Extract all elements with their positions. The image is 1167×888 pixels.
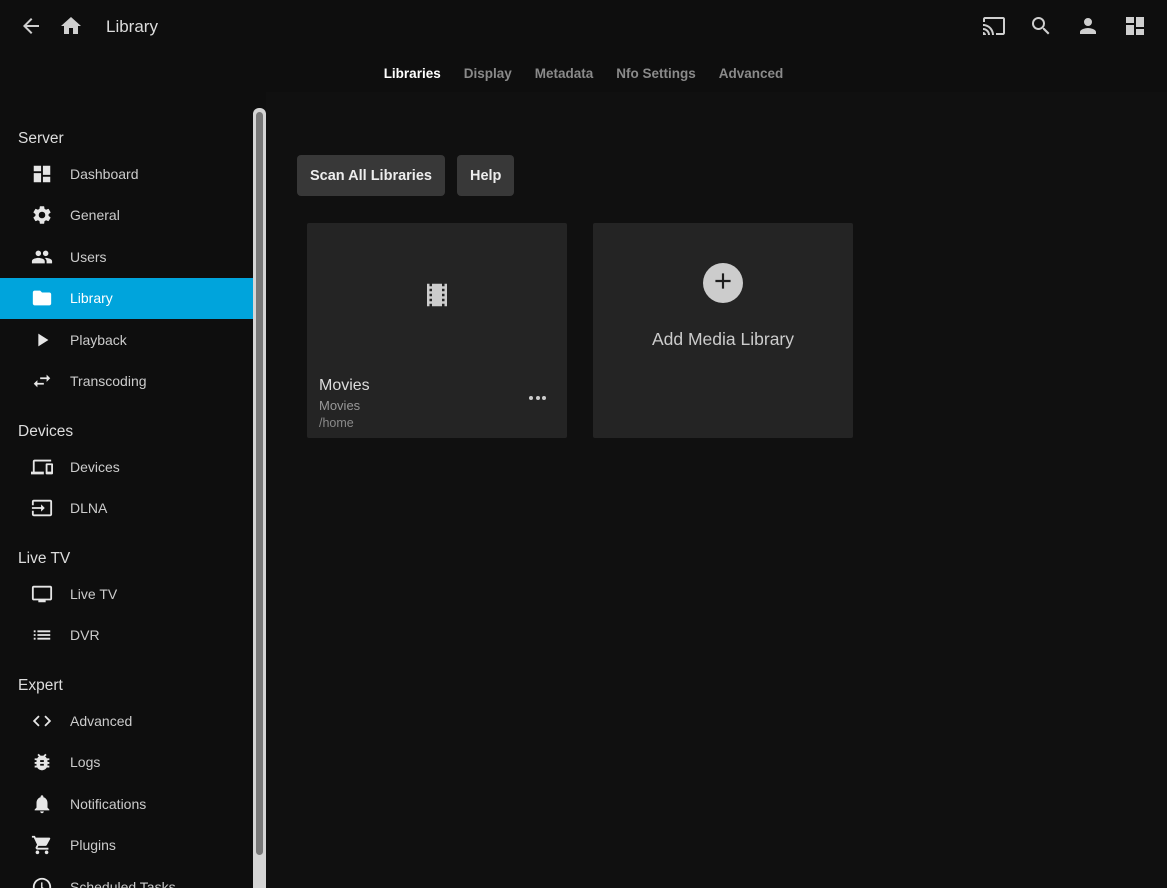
tab-metadata[interactable]: Metadata <box>535 62 594 85</box>
sidebar-item-label: Live TV <box>70 586 117 602</box>
back-arrow-icon <box>19 14 43 41</box>
app-header: Library <box>0 0 1167 54</box>
user-button[interactable] <box>1068 7 1108 47</box>
section-title-server: Server <box>0 129 266 149</box>
search-icon <box>1029 14 1053 41</box>
bug-icon <box>31 751 53 773</box>
home-icon <box>59 14 83 41</box>
sidebar-section-server: Server Dashboard General Users Library <box>0 129 266 402</box>
sidebar-item-label: Transcoding <box>70 373 147 389</box>
library-more-button[interactable] <box>523 390 552 406</box>
dashboard-icon <box>31 163 53 185</box>
sidebar-section-expert: Expert Advanced Logs Notifications Plugi… <box>0 676 266 888</box>
library-name: Movies <box>319 376 555 396</box>
back-button[interactable] <box>11 7 51 47</box>
sidebar-section-livetv: Live TV Live TV DVR <box>0 549 266 656</box>
gear-icon <box>31 204 53 226</box>
sidebar-item-logs[interactable]: Logs <box>0 742 253 784</box>
cart-icon <box>31 834 53 856</box>
tab-advanced[interactable]: Advanced <box>719 62 784 85</box>
sidebar-item-general[interactable]: General <box>0 195 253 237</box>
sidebar-item-users[interactable]: Users <box>0 236 253 278</box>
sidebar-item-scheduled-tasks[interactable]: Scheduled Tasks <box>0 866 253 888</box>
add-media-library-card[interactable]: Add Media Library <box>593 223 853 438</box>
sidebar-item-dvr[interactable]: DVR <box>0 615 253 657</box>
library-card-image <box>307 223 567 366</box>
list-icon <box>31 624 53 646</box>
tab-nfo-settings[interactable]: Nfo Settings <box>616 62 696 85</box>
tv-icon <box>31 583 53 605</box>
section-title-devices: Devices <box>0 422 266 442</box>
search-button[interactable] <box>1021 7 1061 47</box>
sidebar-item-label: Advanced <box>70 713 132 729</box>
code-icon <box>31 710 53 732</box>
tab-display[interactable]: Display <box>464 62 512 85</box>
library-settings-page: Scan All Libraries Help Movies Movies /h… <box>266 92 1167 888</box>
sidebar-item-advanced[interactable]: Advanced <box>0 700 253 742</box>
user-icon <box>1076 14 1100 41</box>
more-horiz-icon <box>529 396 546 400</box>
sidebar-item-label: Notifications <box>70 796 146 812</box>
add-media-library-label: Add Media Library <box>652 329 794 350</box>
sidebar-item-dlna[interactable]: DLNA <box>0 488 253 530</box>
sidebar-item-transcoding[interactable]: Transcoding <box>0 361 253 403</box>
cast-button[interactable] <box>974 7 1014 47</box>
devices-icon <box>31 456 53 478</box>
tab-libraries[interactable]: Libraries <box>384 62 441 85</box>
film-icon <box>422 280 452 310</box>
sidebar-item-label: Logs <box>70 754 100 770</box>
sidebar-scrollbar-thumb[interactable] <box>256 112 263 855</box>
sidebar-item-label: DLNA <box>70 500 107 516</box>
section-title-livetv: Live TV <box>0 549 266 569</box>
library-card-movies[interactable]: Movies Movies /home <box>307 223 567 438</box>
sidebar-item-label: General <box>70 207 120 223</box>
scan-all-libraries-button[interactable]: Scan All Libraries <box>297 155 445 196</box>
sidebar-item-label: Plugins <box>70 837 116 853</box>
sidebar-item-label: Scheduled Tasks <box>70 879 176 888</box>
sidebar-item-dashboard[interactable]: Dashboard <box>0 153 253 195</box>
sidebar-item-label: Library <box>70 290 113 306</box>
plus-icon <box>710 268 736 299</box>
input-icon <box>31 497 53 519</box>
users-icon <box>31 246 53 268</box>
sidebar-item-notifications[interactable]: Notifications <box>0 783 253 825</box>
sidebar-section-devices: Devices Devices DLNA <box>0 422 266 529</box>
dashboard-icon <box>1123 14 1147 41</box>
dashboard-button[interactable] <box>1115 7 1155 47</box>
sidebar-item-library[interactable]: Library <box>0 278 253 320</box>
cast-icon <box>982 14 1006 41</box>
sidebar-item-devices[interactable]: Devices <box>0 446 253 488</box>
section-title-expert: Expert <box>0 676 266 696</box>
folder-icon <box>31 287 53 309</box>
swap-arrows-icon <box>31 370 53 392</box>
sidebar-scrollbar-track[interactable] <box>253 108 266 888</box>
clock-icon <box>31 876 53 888</box>
bell-icon <box>31 793 53 815</box>
plus-circle <box>703 263 743 303</box>
play-icon <box>31 329 53 351</box>
sidebar-item-live-tv[interactable]: Live TV <box>0 573 253 615</box>
sidebar-item-label: Users <box>70 249 107 265</box>
library-collection-type: Movies <box>319 396 555 415</box>
sidebar-item-playback[interactable]: Playback <box>0 319 253 361</box>
sidebar-item-label: Dashboard <box>70 166 139 182</box>
settings-tabs: Libraries Display Metadata Nfo Settings … <box>0 54 1167 92</box>
sidebar-item-label: DVR <box>70 627 100 643</box>
help-button[interactable]: Help <box>457 155 514 196</box>
sidebar-item-label: Devices <box>70 459 120 475</box>
page-title: Library <box>106 17 158 37</box>
home-button[interactable] <box>51 7 91 47</box>
sidebar-item-label: Playback <box>70 332 127 348</box>
library-path: /home <box>319 415 555 432</box>
sidebar-item-plugins[interactable]: Plugins <box>0 825 253 867</box>
sidebar: Server Dashboard General Users Library <box>0 92 266 888</box>
